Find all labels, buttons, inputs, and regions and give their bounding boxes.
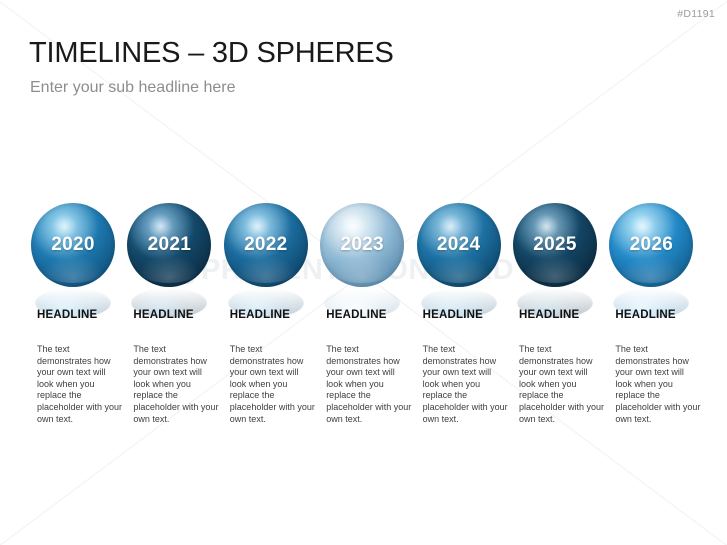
page-subtitle: Enter your sub headline here [30, 79, 236, 96]
slide-id-label: #D1191 [677, 8, 715, 20]
sphere-graphic[interactable]: 2020 [31, 203, 115, 287]
sphere-year-label: 2025 [533, 234, 577, 255]
sphere-year-label: 2024 [436, 234, 481, 255]
slide-canvas: #D1191 TIMELINES – 3D SPHERES Enter your… [0, 0, 727, 545]
item-body-text: The text demonstrates how your own text … [326, 344, 412, 424]
item-body-text: The text demonstrates how your own text … [422, 344, 508, 424]
sphere-year-label: 2021 [147, 234, 192, 255]
item-body-text: The text demonstrates how your own text … [133, 344, 219, 424]
timeline-item[interactable]: 2023 HEADLINE The text demonstrates how yo… [320, 0, 416, 545]
item-headline: HEADLINE [519, 309, 580, 321]
item-headline: HEADLINE [615, 309, 676, 321]
sphere-year-label: 2026 [629, 234, 674, 255]
item-body-text: The text demonstrates how your own text … [519, 344, 605, 424]
timeline-item[interactable]: 2025 HEADLINE The text demonstrates how yo… [513, 0, 609, 545]
sphere-year-label: 2020 [51, 234, 95, 255]
sphere-graphic[interactable]: 2022 [223, 203, 308, 287]
item-headline: HEADLINE [37, 309, 98, 321]
item-headline: HEADLINE [133, 309, 194, 321]
item-body-text: The text demonstrates how your own text … [37, 344, 123, 424]
item-body-text: The text demonstrates how your own text … [615, 344, 701, 424]
sphere-year-label: 2023 [340, 234, 384, 255]
timeline-item[interactable]: 2024 HEADLINE The text demonstrates how yo… [416, 0, 513, 545]
page-title: TIMELINES – 3D SPHERES [29, 37, 394, 69]
item-headline: HEADLINE [326, 309, 387, 321]
sphere-graphic[interactable]: 2023 [320, 203, 405, 287]
item-headline: HEADLINE [229, 309, 291, 321]
sphere-graphic[interactable]: 2026 [609, 203, 694, 287]
item-headline: HEADLINE [422, 309, 483, 321]
sphere-year-label: 2022 [244, 234, 288, 255]
sphere-graphic[interactable]: 2025 [513, 203, 597, 287]
sphere-graphic[interactable]: 2024 [416, 203, 501, 287]
sphere-graphic[interactable]: 2021 [127, 203, 212, 287]
timeline-item[interactable]: 2022 HEADLINE The text demonstrates how yo… [223, 0, 320, 545]
item-body-text: The text demonstrates how your own text … [229, 344, 315, 424]
timeline-item[interactable]: 2026 HEADLINE The text demonstrates how yo… [609, 0, 705, 545]
